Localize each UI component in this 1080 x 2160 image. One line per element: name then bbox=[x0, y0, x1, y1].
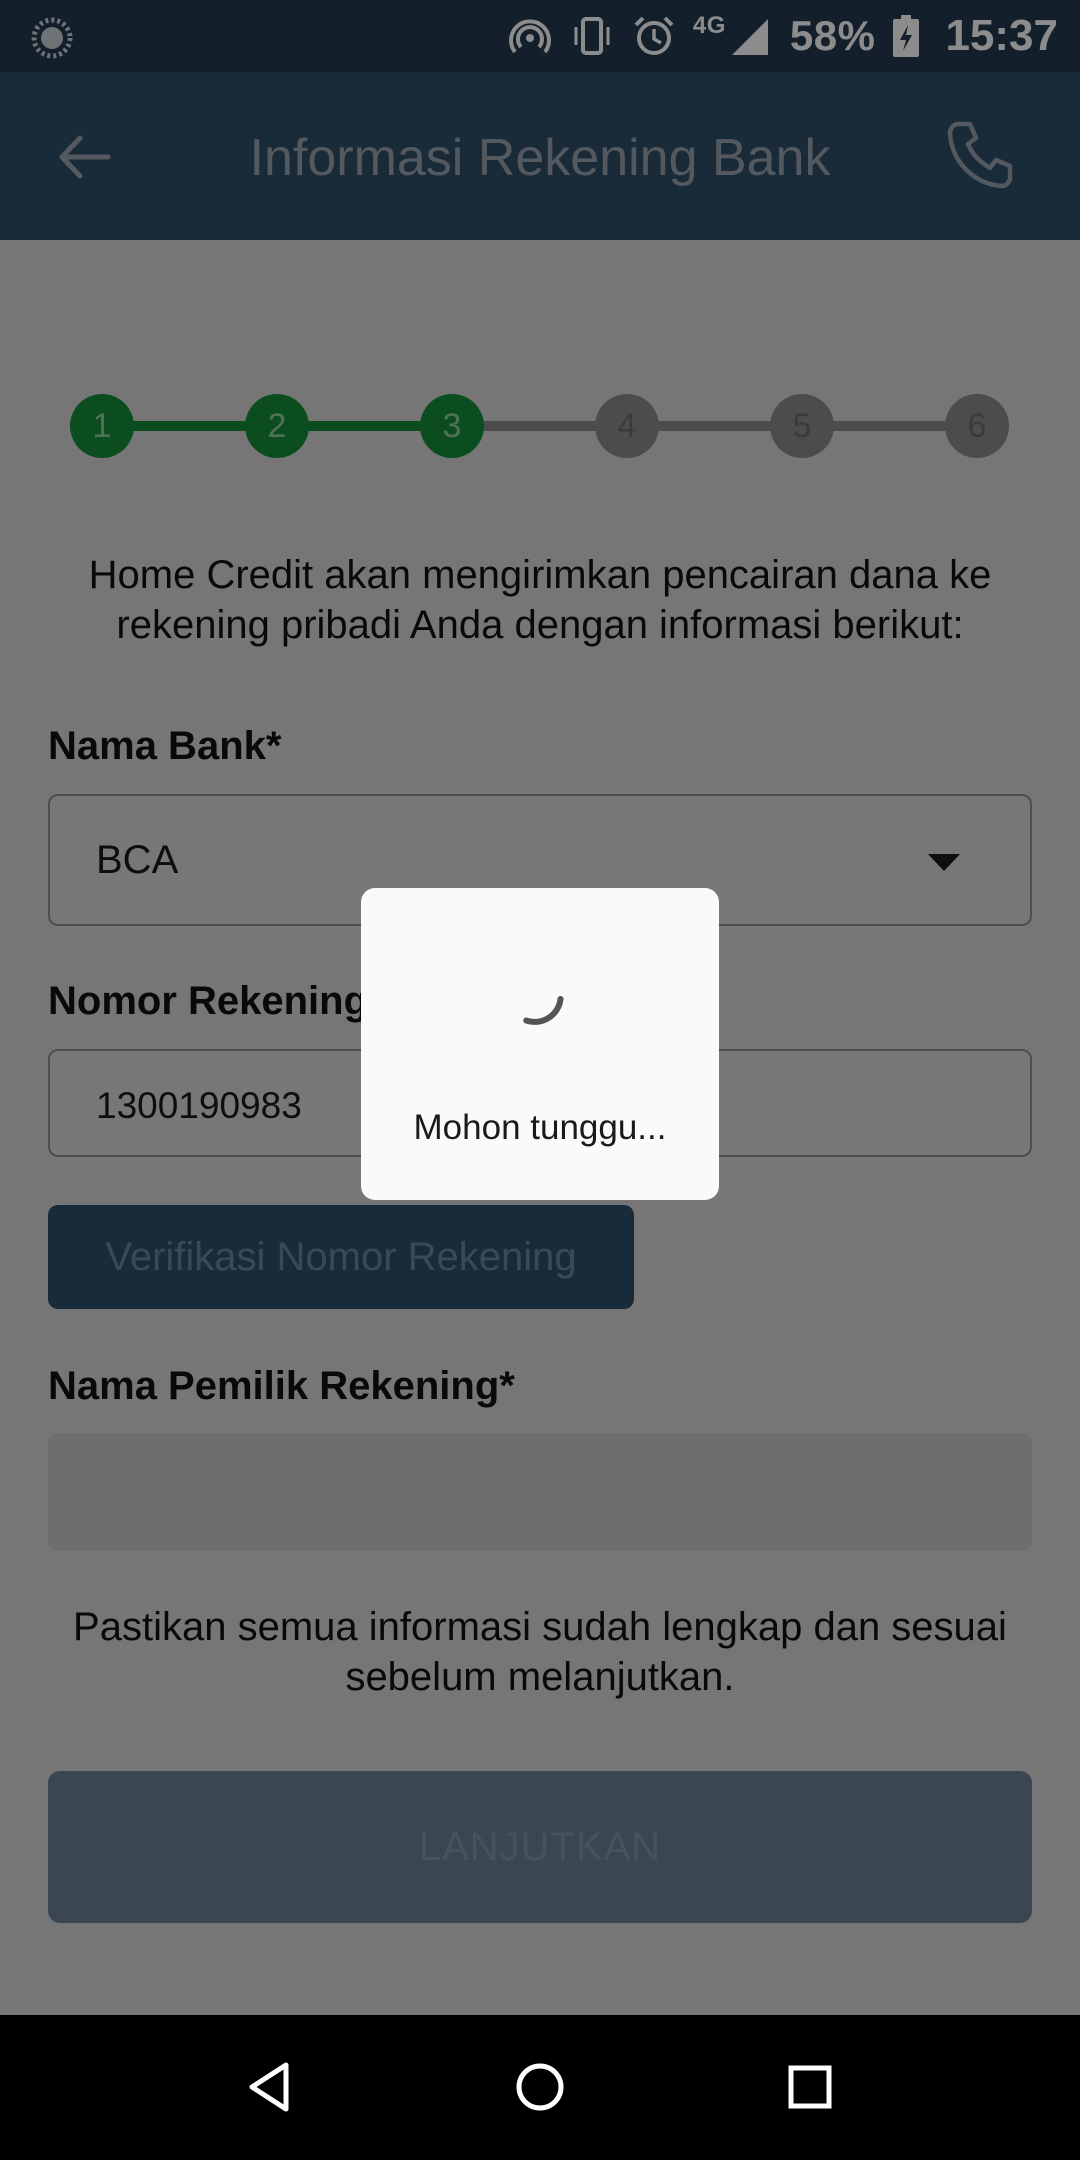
spinner-icon bbox=[523, 995, 564, 1025]
recents-square-icon[interactable] bbox=[780, 2057, 840, 2117]
loading-message: Mohon tunggu... bbox=[413, 1108, 667, 1147]
home-circle-icon[interactable] bbox=[510, 2057, 570, 2117]
back-triangle-icon[interactable] bbox=[240, 2057, 300, 2117]
system-nav-bar bbox=[0, 2015, 1080, 2160]
loading-dialog: Mohon tunggu... bbox=[361, 888, 719, 1200]
